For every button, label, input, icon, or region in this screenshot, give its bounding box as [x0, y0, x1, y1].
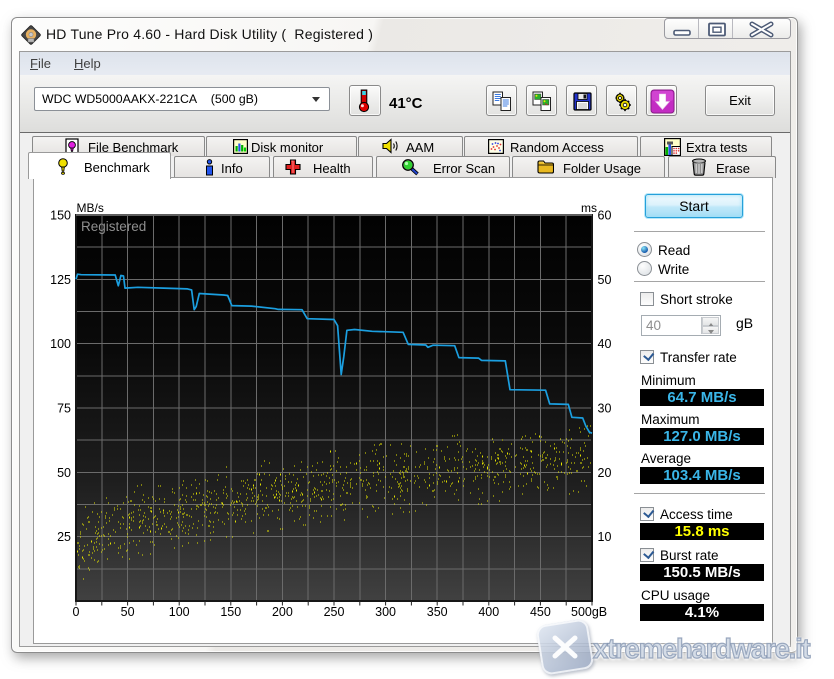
- svg-text:500gB: 500gB: [571, 605, 607, 619]
- svg-text:125: 125: [50, 273, 71, 287]
- svg-text:40: 40: [598, 337, 612, 351]
- svg-text:400: 400: [478, 605, 499, 619]
- svg-text:10: 10: [598, 530, 612, 544]
- svg-text:50: 50: [121, 605, 135, 619]
- svg-text:MB/s: MB/s: [77, 201, 104, 215]
- svg-text:300: 300: [375, 605, 396, 619]
- svg-text:Registered: Registered: [81, 219, 146, 234]
- svg-text:100: 100: [169, 605, 190, 619]
- svg-text:50: 50: [598, 273, 612, 287]
- svg-text:60: 60: [598, 209, 612, 223]
- svg-text:250: 250: [324, 605, 345, 619]
- svg-text:ms: ms: [581, 201, 597, 215]
- svg-text:450: 450: [530, 605, 551, 619]
- svg-text:100: 100: [50, 337, 71, 351]
- svg-text:200: 200: [272, 605, 293, 619]
- svg-text:50: 50: [57, 466, 71, 480]
- svg-text:25: 25: [57, 530, 71, 544]
- svg-text:150: 150: [50, 209, 71, 223]
- svg-text:75: 75: [57, 402, 71, 416]
- svg-text:350: 350: [427, 605, 448, 619]
- svg-text:30: 30: [598, 402, 612, 416]
- svg-text:20: 20: [598, 466, 612, 480]
- svg-text:150: 150: [220, 605, 241, 619]
- svg-text:0: 0: [73, 605, 80, 619]
